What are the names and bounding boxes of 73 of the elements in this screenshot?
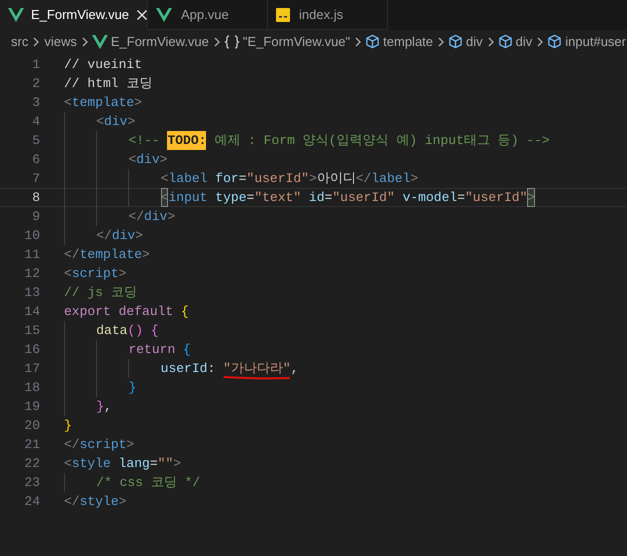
code-line: </template> [64,246,150,264]
chevron-icon [535,36,546,48]
code-line: }, [64,397,112,416]
code-line: <script> [64,265,126,283]
line-number: 4 [31,114,40,129]
close-icon[interactable] [136,8,148,20]
breadcrumb-item[interactable]: div [514,34,534,49]
braces-icon [224,34,240,48]
breadcrumb-item[interactable]: input#user [564,34,627,49]
code-line: <style lang=""> [64,455,182,473]
code-line: } [64,378,136,397]
line-number: 16 [23,342,40,357]
line-number: 7 [31,171,40,186]
chevron-icon [80,36,90,48]
cube-icon [498,34,513,49]
line-number: 8 [31,190,40,205]
breadcrumb-item[interactable]: div [465,34,484,49]
chevron-icon [436,36,446,48]
code-line: /* css 코딩 */ [64,473,200,492]
line-number: 20 [23,418,40,433]
code-line: </div> [64,226,144,245]
tab[interactable]: E_FormView.vue [0,0,148,30]
code-line: data() { [64,321,159,340]
code-line: userId: "가나다라", [64,359,298,378]
breadcrumb-item[interactable]: template [382,34,434,49]
line-number: 23 [23,475,40,490]
line-number: 15 [23,323,40,338]
line-number: 12 [23,266,40,281]
code-line: </div> [64,207,176,226]
line-number: 19 [23,399,40,414]
line-number: 14 [23,304,40,319]
line-number: 22 [23,456,40,471]
vue-logo-icon [156,8,172,22]
code-line: } [64,417,72,435]
line-number: 1 [31,57,40,72]
breadcrumb-item[interactable]: E_FormView.vue [110,34,210,49]
chevron-icon [212,36,222,48]
chevron-icon [486,36,496,48]
chevron-icon [31,36,42,48]
code-line: <label for="userId">아이디</label> [64,169,418,188]
code-line: <template> [64,94,142,112]
cube-icon [365,34,380,49]
cube-icon [448,34,464,49]
code-line: </script> [64,436,134,454]
line-number: 6 [31,152,40,167]
line-number: 13 [23,285,40,300]
line-number: 24 [23,494,40,509]
line-number: 3 [31,95,40,110]
chevron-icon [353,36,364,48]
breadcrumb-item[interactable]: "E_FormView.vue" [242,34,352,49]
line-number: 10 [23,228,40,243]
line-number: 11 [23,247,40,262]
cube-icon [547,34,562,49]
line-number: 18 [23,380,40,395]
code-line: // vueinit [64,56,142,74]
js-file-icon [276,8,290,22]
code-line: <div> [64,112,136,131]
line-number: 5 [31,133,40,148]
code-line: // html 코딩 [64,75,152,93]
breadcrumb-item[interactable]: src [10,34,30,49]
breadcrumb-item[interactable]: views [43,34,78,49]
line-number: 17 [23,361,40,376]
code-line: <!-- TODO: 예제 : Form 양식(입력양식 예) input태그 등) --> [64,131,550,150]
vue-logo-icon [92,34,108,48]
code-line: export default { [64,303,189,321]
line-number: 9 [31,209,40,224]
vue-logo-icon [8,8,24,22]
code-line: <div> [64,150,168,169]
line-number: 21 [23,437,40,452]
code-line: return { [64,340,191,359]
line-number: 2 [31,76,40,91]
code-line: // js 코딩 [64,284,137,302]
code-line: </style> [64,493,126,511]
